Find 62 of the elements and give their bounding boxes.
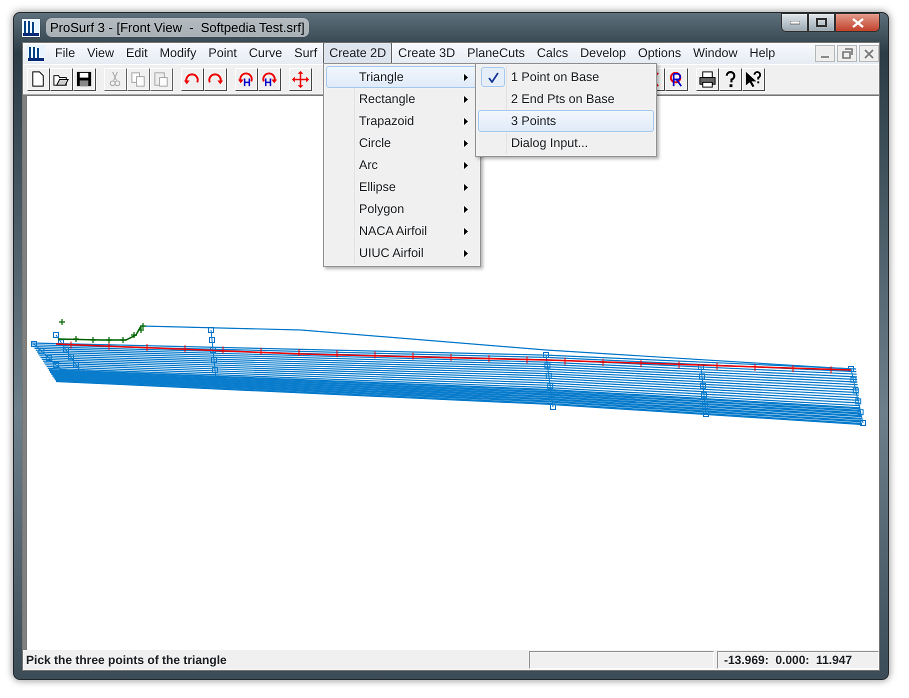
close-icon [864,48,874,58]
toolbar-button[interactable] [742,68,765,91]
close-button[interactable] [835,13,880,32]
menu-entry[interactable]: Polygon [326,198,478,220]
drawing-canvas[interactable] [23,95,879,650]
menu-item[interactable]: Options [632,42,688,65]
document-minimize-button[interactable] [815,45,835,62]
menu-entry[interactable]: Circle [326,132,478,154]
menu-entry[interactable]: NACA Airfoil [326,220,478,242]
menu-item[interactable]: File [49,42,82,65]
toolbar-button[interactable] [181,68,204,91]
menu-item[interactable]: Window [687,42,744,65]
window-title: ProSurf 3 - [Front View - Softpedia Test.srf] [46,18,309,38]
maximize-button[interactable] [808,13,835,32]
menu-item[interactable]: Point [202,42,243,65]
document-icon[interactable] [27,45,45,62]
toolbar-button[interactable] [73,68,96,91]
menu-item[interactable]: Create 3D [392,42,462,65]
menu-entry[interactable]: Rectangle [326,88,478,110]
move-arrows-icon [291,70,310,89]
menu-entry[interactable]: 3 Points [478,110,654,132]
menu-entry[interactable]: Dialog Input... [478,132,654,154]
menu-item[interactable]: View [81,42,120,65]
minimize-icon [790,20,800,24]
document-close-button[interactable] [859,45,879,62]
toolbar-button[interactable] [719,68,742,91]
menu-item[interactable]: Calcs [530,42,574,65]
menu-item[interactable]: Help [744,42,782,65]
coordinates-readout: -13.969: 0.000: 11.947 [717,651,879,669]
close-icon [852,18,864,28]
document-restore-button[interactable] [837,45,857,62]
menu-item[interactable]: Develop [574,42,632,65]
menu-entry[interactable]: 2 End Pts on Base [478,88,654,110]
toolbar-button[interactable] [27,68,50,91]
menu-entry[interactable]: Arc [326,154,478,176]
menu-item[interactable]: Curve [242,42,288,65]
maximize-icon [816,18,827,27]
pointer-question-icon [744,70,763,89]
toolbar-button[interactable] [235,68,258,91]
toolbar-button[interactable] [204,68,227,91]
menu-item[interactable]: Surf [288,42,324,65]
menu-entry[interactable]: UIUC Airfoil [326,242,478,264]
menu-entry[interactable]: Trapazoid [326,110,478,132]
menu-item[interactable]: Create 2D [323,42,392,65]
restore-icon [842,48,852,59]
toolbar-button[interactable] [50,68,73,91]
toolbar-button[interactable] [258,68,281,91]
toolbar-button[interactable] [289,68,312,91]
minimize-icon [821,56,829,58]
menu-entry[interactable]: Ellipse [326,176,478,198]
toolbar-button[interactable] [696,68,719,91]
menu-entry[interactable]: 1 Point on Base [478,66,654,88]
menu-item[interactable]: PlaneCuts [461,42,531,65]
app-icon [22,18,40,36]
printer-icon [698,70,717,89]
status-message: Pick the three points of the triangle [25,652,228,669]
menu-entry[interactable]: Triangle [326,66,478,88]
toolbar-button[interactable] [665,68,688,91]
minimize-button[interactable] [781,13,808,32]
rotate-h-right-icon [260,70,279,89]
menu-item[interactable]: Modify [154,42,202,65]
menu-item[interactable]: Edit [120,42,154,65]
